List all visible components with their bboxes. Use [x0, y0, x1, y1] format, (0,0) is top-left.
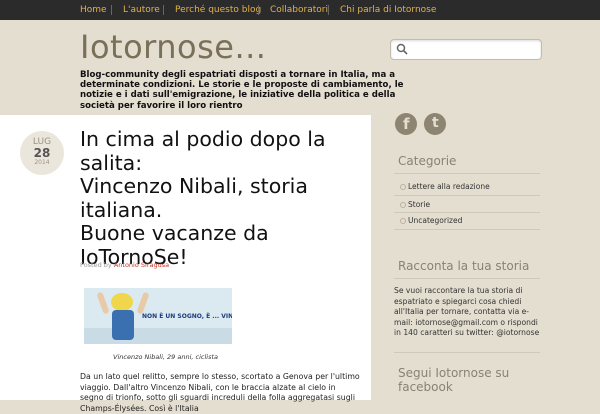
- facebook-glyph: f: [403, 115, 410, 133]
- post-title-line: salita:: [80, 150, 143, 175]
- post-title-line: Buone vacanze da: [80, 221, 269, 245]
- divider: [394, 212, 540, 213]
- nav-divider: [163, 5, 164, 15]
- bullet-icon: [400, 218, 406, 224]
- post-title-line: In cima al podio dopo la: [80, 127, 326, 151]
- divider: [394, 229, 540, 230]
- categories-heading: Categorie: [398, 154, 457, 168]
- category-link[interactable]: Uncategorized: [408, 216, 462, 225]
- divider: [394, 195, 540, 196]
- post-title[interactable]: In cima al podio dopo la salita: Vincenz…: [80, 127, 370, 269]
- post-date-badge: LUG 28 2014: [20, 131, 64, 175]
- follow-heading-line1: Segui Iotornose su: [398, 366, 510, 380]
- follow-heading-line2: facebook: [398, 380, 453, 394]
- search-icon: [396, 43, 408, 55]
- post-byline: Posted by Antonio Siragusa: [80, 261, 169, 269]
- twitter-icon[interactable]: t: [424, 113, 446, 135]
- post-title-line: Vincenzo Nibali, storia: [80, 174, 308, 198]
- post-image[interactable]: NON È UN SOGNO, È ... VINTO DAVVERO.: [84, 288, 232, 344]
- divider: [394, 278, 540, 279]
- divider: [394, 352, 540, 353]
- photo-slogan: NON È UN SOGNO, È ... VINTO DAVVERO.: [142, 312, 232, 320]
- nav-divider: [111, 5, 112, 15]
- top-navigation: Home L'autore Perché questo blog Collabo…: [0, 0, 600, 20]
- site-title[interactable]: Iotornose...: [80, 28, 266, 66]
- nav-perche[interactable]: Perché questo blog: [175, 0, 261, 20]
- post-title-line: italiana.: [80, 197, 163, 222]
- category-link[interactable]: Lettere alla redazione: [408, 182, 490, 191]
- site-tagline: Blog-community degli espatriati disposti…: [80, 70, 404, 111]
- date-day: 28: [33, 146, 51, 160]
- search-input[interactable]: [390, 39, 542, 60]
- nav-divider: [258, 5, 259, 15]
- category-link[interactable]: Storie: [408, 200, 430, 209]
- nav-autore[interactable]: L'autore: [123, 0, 160, 20]
- date-year: 2014: [34, 159, 50, 166]
- nav-collaboratori[interactable]: Collaboratori: [270, 0, 328, 20]
- divider: [394, 173, 540, 174]
- nav-divider: [328, 5, 329, 15]
- bullet-icon: [400, 184, 406, 190]
- author-link[interactable]: Antonio Siragusa: [114, 261, 169, 269]
- story-heading: Racconta la tua storia: [398, 259, 530, 273]
- twitter-glyph: t: [432, 115, 439, 131]
- story-text: Se vuoi raccontare la tua storia di espa…: [394, 286, 540, 337]
- cyclist-photo: NON È UN SOGNO, È ... VINTO DAVVERO.: [84, 288, 232, 344]
- nav-home[interactable]: Home: [80, 0, 107, 20]
- bullet-icon: [400, 202, 406, 208]
- post-excerpt: Da un lato quel relitto, sempre lo stess…: [80, 372, 360, 413]
- byline-prefix: Posted by: [80, 261, 112, 269]
- facebook-icon[interactable]: f: [395, 113, 417, 135]
- image-caption: Vincenzo Nibali, 29 anni, ciclista: [113, 353, 219, 361]
- nav-chi-parla[interactable]: Chi parla di Iotornose: [340, 0, 436, 20]
